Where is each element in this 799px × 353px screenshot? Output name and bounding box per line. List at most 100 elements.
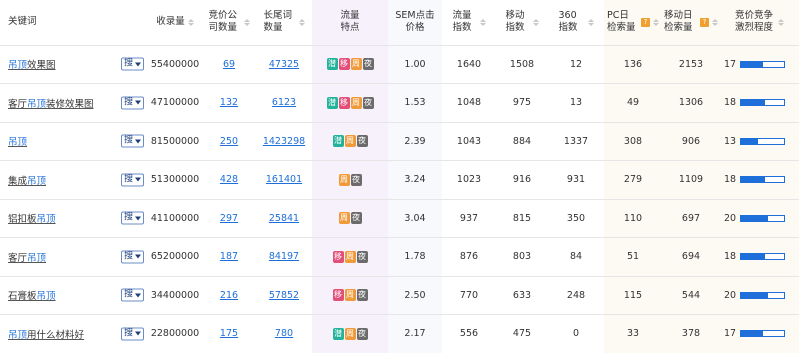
keyword-prefix: 客厅 [8,252,28,264]
help-icon[interactable]: ? [700,17,709,27]
search-dropdown-button[interactable]: 搜 [120,173,144,187]
longtail-link[interactable]: 84197 [269,251,299,262]
competition-cell: 20 [720,199,799,238]
mobile-cell: 633 [496,276,548,315]
longtail-link[interactable]: 25841 [269,213,299,224]
bid-companies-link[interactable]: 187 [220,251,238,262]
bid-companies-link[interactable]: 428 [220,174,238,185]
traits-cell: 移周夜 [312,276,388,315]
trait-tag-zhou: 周 [344,135,356,148]
pc-daily-cell: 110 [604,199,662,238]
keyword-highlight: 吊顶 [27,252,47,264]
longtail-link[interactable]: 57852 [269,290,299,301]
mobile-cell: 475 [496,314,548,353]
longtail-link[interactable]: 6123 [272,97,296,108]
keyword-prefix: 集成 [8,175,28,187]
sort-icon[interactable] [778,18,784,26]
sort-icon[interactable] [187,18,194,26]
table-row: 吊顶用什么材料好 搜 22800000 175 780 潜周夜 2.17 556 475 0 33 3… [0,314,799,353]
volume-cell: 47100000 [148,83,202,123]
keyword-link[interactable]: 石膏板吊顶 [8,291,56,302]
idx360-cell: 1337 [548,122,604,161]
search-dropdown-button[interactable]: 搜 [120,211,144,225]
help-icon[interactable]: ? [641,17,650,27]
bid-companies-link[interactable]: 297 [220,213,238,224]
keyword-table: 关键词 收录量 竞价公司数量 长尾词数量 流量特点 SEM点击价格 流量指数 移… [0,0,799,353]
keyword-link[interactable]: 铝扣板吊顶 [8,214,56,225]
header-bid-companies[interactable]: 竞价公司数量 [202,0,256,46]
volume-cell: 81500000 [148,122,202,161]
table-row: 石膏板吊顶 搜 34400000 216 57852 移周夜 2.50 770 633 248 11… [0,276,799,315]
bid-companies-link[interactable]: 132 [220,97,238,108]
header-mobile-daily[interactable]: 移动日检索量 ? [662,0,720,46]
search-dropdown-button[interactable]: 搜 [120,250,144,264]
competition-cell: 17 [720,314,799,353]
mobile-daily-cell: 378 [662,314,720,353]
volume-cell: 51300000 [148,160,202,200]
search-dropdown-button[interactable]: 搜 [120,327,144,341]
competition-bar [740,99,786,107]
longtail-link[interactable]: 47325 [269,59,299,70]
mobile-daily-cell: 544 [662,276,720,315]
keyword-link[interactable]: 吊顶效果图 [8,60,56,71]
table-row: 吊顶 搜 81500000 250 1423298 潜周夜 2.39 1043 884 1337 3… [0,122,799,161]
keyword-link[interactable]: 吊顶用什么材料好 [8,330,84,341]
search-dropdown-button[interactable]: 搜 [120,134,144,148]
longtail-link[interactable]: 780 [275,328,293,339]
search-button-label: 搜 [123,97,133,108]
trait-tag-ye: 夜 [356,289,368,302]
header-competition[interactable]: 竞价竞争激烈程度 [720,0,799,46]
header-volume[interactable]: 收录量 [148,0,202,46]
competition-cell: 18 [720,237,799,277]
bid-companies-link[interactable]: 69 [223,59,235,70]
trait-tag-ye: 夜 [350,212,362,225]
trait-tag-zhou: 周 [338,173,350,186]
sort-icon[interactable] [243,18,250,26]
bid-companies-link[interactable]: 175 [220,328,238,339]
sort-icon[interactable] [479,18,486,26]
trait-tag-qian: 潜 [326,96,338,109]
keyword-link[interactable]: 吊顶 [8,137,27,148]
table-row: 吊顶效果图搜 55400000 69 47325 潜移周夜 1.00 1640 1508 12 1… [0,45,799,84]
mobile-daily-cell: 906 [662,122,720,161]
competition-cell: 20 [720,276,799,315]
search-dropdown-button[interactable]: 搜 [120,288,144,302]
sort-icon[interactable] [298,18,305,26]
competition-cell: 18 [720,83,799,123]
header-360[interactable]: 360指数 [548,0,604,46]
header-competition-label: 竞价竞争激烈程度 [735,10,774,34]
competition-bar [740,253,786,261]
search-button-label: 搜 [123,212,133,223]
search-dropdown-button[interactable]: 搜 [120,96,144,110]
keyword-prefix: 客厅 [8,98,28,110]
table-row: 客厅吊顶装修效果图 搜 47100000 132 6123 潜移周夜 1.53 1048 975… [0,83,799,123]
keyword-link[interactable]: 客厅吊顶 [8,253,46,264]
search-button-label: 搜 [123,289,133,300]
sort-icon[interactable] [587,18,594,26]
keyword-link[interactable]: 客厅吊顶装修效果图 [8,99,94,110]
trait-tags: 潜周夜 [332,327,368,340]
header-traffic[interactable]: 流量指数 [442,0,496,46]
sort-icon[interactable] [712,18,718,26]
sort-icon[interactable] [532,18,539,26]
mobile-cell: 975 [496,83,548,123]
keyword-link[interactable]: 集成吊顶 [8,176,46,187]
header-longtail[interactable]: 长尾词数量 [256,0,312,46]
trait-tags: 潜移周夜 [326,96,374,109]
longtail-link[interactable]: 1423298 [263,136,305,147]
search-dropdown-button[interactable]: 搜 [120,57,144,71]
header-pc-daily[interactable]: PC日检索量 ? [604,0,662,46]
idx360-cell: 84 [548,237,604,277]
keyword-suffix: 装修效果图 [46,98,94,110]
longtail-link[interactable]: 161401 [266,174,302,185]
sort-icon[interactable] [653,18,659,26]
bid-companies-link[interactable]: 250 [220,136,238,147]
keyword-prefix: 石膏板 [8,291,37,303]
keyword-cell: 客厅吊顶 搜 [0,237,148,277]
bid-companies-cell: 428 [202,160,256,200]
pc-daily-cell: 115 [604,276,662,315]
table-header: 关键词 收录量 竞价公司数量 长尾词数量 流量特点 SEM点击价格 流量指数 移… [0,0,799,46]
bid-companies-link[interactable]: 216 [220,290,238,301]
trait-tag-yi: 移 [338,58,350,71]
header-mobile[interactable]: 移动指数 [496,0,548,46]
